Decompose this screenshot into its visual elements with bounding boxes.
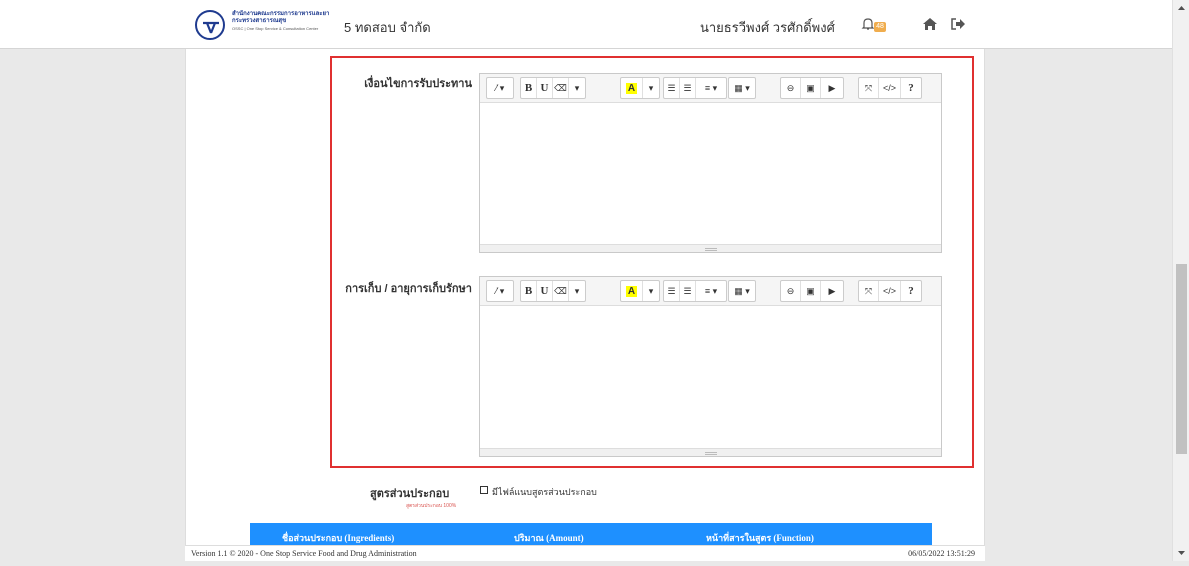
table-icon[interactable]: ▦ ▾ xyxy=(729,281,755,301)
editor-body[interactable] xyxy=(480,103,941,244)
logo-line-2: กระทรวงสาธารณสุข xyxy=(232,18,287,24)
consumption-condition-label: เงื่อนไขการรับประทาน xyxy=(364,78,472,90)
help-icon[interactable]: ? xyxy=(901,281,921,301)
page: สำนักงานคณะกรรมการอาหารและยา กระทรวงสาธา… xyxy=(0,0,1172,561)
consumption-condition-editor[interactable]: ⁄̇̇ ▾ B U ⌫ ▾ A ▾ ☰ ☰ ≡ ▾ ▦ ▾ ⊖ ▣ ▶ ⤧ </… xyxy=(479,73,942,253)
storage-label: การเก็บ / อายุการเก็บรักษา xyxy=(345,283,472,295)
ordered-list-icon[interactable]: ☰ xyxy=(680,78,696,98)
bold-button[interactable]: B xyxy=(521,78,537,98)
version-text: Version 1.1 © 2020 - One Stop Service Fo… xyxy=(191,549,417,558)
fda-logo xyxy=(195,10,225,40)
fullscreen-icon[interactable]: ⤧ xyxy=(859,281,879,301)
logout-icon[interactable] xyxy=(950,16,966,32)
align-dropdown-icon[interactable]: ≡ ▾ xyxy=(696,281,726,301)
logo-line-3: OSSC | One Stop Service & Consultation C… xyxy=(232,26,319,31)
highlight-letter: A xyxy=(625,285,638,297)
highlight-color-button[interactable]: A xyxy=(621,281,643,301)
attach-formula-checkbox[interactable] xyxy=(480,486,488,494)
table-icon[interactable]: ▦ ▾ xyxy=(729,78,755,98)
scrollbar-thumb[interactable] xyxy=(1176,264,1187,454)
highlight-dropdown-button[interactable]: ▾ xyxy=(643,78,659,98)
highlight-color-button[interactable]: A xyxy=(621,78,643,98)
fullscreen-icon[interactable]: ⤧ xyxy=(859,78,879,98)
attach-formula-label: มีไฟล์แนบสูตรส่วนประกอบ xyxy=(492,487,597,497)
editor-body[interactable] xyxy=(480,306,941,448)
datetime-text: 06/05/2022 13:51:29 xyxy=(908,549,975,558)
col-amount: ปริมาณ (Amount) xyxy=(514,533,584,543)
unordered-list-icon[interactable]: ☰ xyxy=(664,78,680,98)
underline-button[interactable]: U xyxy=(537,281,553,301)
highlight-dropdown-button[interactable]: ▾ xyxy=(643,281,659,301)
font-dropdown-button[interactable]: ▾ xyxy=(569,78,585,98)
bold-button[interactable]: B xyxy=(521,281,537,301)
eraser-icon[interactable]: ⌫ xyxy=(553,281,569,301)
align-dropdown-icon[interactable]: ≡ ▾ xyxy=(696,78,726,98)
editor-toolbar: ⁄̇̇ ▾ B U ⌫ ▾ A ▾ ☰ ☰ ≡ ▾ ▦ ▾ ⊖ ▣ ▶ ⤧ </… xyxy=(480,277,941,306)
magic-wand-icon[interactable]: ⁄̇̇ ▾ xyxy=(487,78,513,98)
footer: Version 1.1 © 2020 - One Stop Service Fo… xyxy=(185,545,985,561)
code-view-icon[interactable]: </> xyxy=(879,78,901,98)
formula-note: สูตรส่วนประกอบ 100% xyxy=(406,503,457,509)
home-icon[interactable] xyxy=(922,16,938,32)
unordered-list-icon[interactable]: ☰ xyxy=(664,281,680,301)
vertical-scrollbar[interactable] xyxy=(1172,0,1189,561)
video-icon[interactable]: ▶ xyxy=(821,78,843,98)
editor-resize-handle[interactable] xyxy=(480,448,941,456)
user-name[interactable]: นายธรวีพงศ์ วรศักดิ์พงศ์ xyxy=(700,17,835,38)
help-icon[interactable]: ? xyxy=(901,78,921,98)
link-icon[interactable]: ⊖ xyxy=(781,78,801,98)
magic-wand-icon[interactable]: ⁄̇̇ ▾ xyxy=(487,281,513,301)
company-name: 5 ทดสอบ จำกัด xyxy=(344,20,431,35)
col-function: หน้าที่สารในสูตร (Function) xyxy=(706,533,814,543)
highlight-letter: A xyxy=(625,82,638,94)
notification-badge[interactable]: 48 xyxy=(874,22,886,32)
eraser-icon[interactable]: ⌫ xyxy=(553,78,569,98)
scroll-up-arrow-icon[interactable] xyxy=(1173,0,1189,17)
editor-resize-handle[interactable] xyxy=(480,244,941,252)
col-ingredients: ชื่อส่วนประกอบ (Ingredients) xyxy=(282,533,395,543)
editor-toolbar: ⁄̇̇ ▾ B U ⌫ ▾ A ▾ ☰ ☰ ≡ ▾ ▦ ▾ ⊖ ▣ ▶ ⤧ </… xyxy=(480,74,941,103)
link-icon[interactable]: ⊖ xyxy=(781,281,801,301)
picture-icon[interactable]: ▣ xyxy=(801,281,821,301)
formula-label: สูตรส่วนประกอบ xyxy=(370,488,450,500)
logo-text: สำนักงานคณะกรรมการอาหารและยา กระทรวงสาธา… xyxy=(232,11,337,32)
storage-editor[interactable]: ⁄̇̇ ▾ B U ⌫ ▾ A ▾ ☰ ☰ ≡ ▾ ▦ ▾ ⊖ ▣ ▶ ⤧ </… xyxy=(479,276,942,457)
ordered-list-icon[interactable]: ☰ xyxy=(680,281,696,301)
font-dropdown-button[interactable]: ▾ xyxy=(569,281,585,301)
picture-icon[interactable]: ▣ xyxy=(801,78,821,98)
code-view-icon[interactable]: </> xyxy=(879,281,901,301)
ingredients-table-header: ชื่อส่วนประกอบ (Ingredients) ปริมาณ (Amo… xyxy=(250,523,932,545)
logo-line-1: สำนักงานคณะกรรมการอาหารและยา xyxy=(232,11,330,17)
video-icon[interactable]: ▶ xyxy=(821,281,843,301)
underline-button[interactable]: U xyxy=(537,78,553,98)
scroll-down-arrow-icon[interactable] xyxy=(1173,544,1189,561)
top-header: สำนักงานคณะกรรมการอาหารและยา กระทรวงสาธา… xyxy=(0,0,1172,49)
